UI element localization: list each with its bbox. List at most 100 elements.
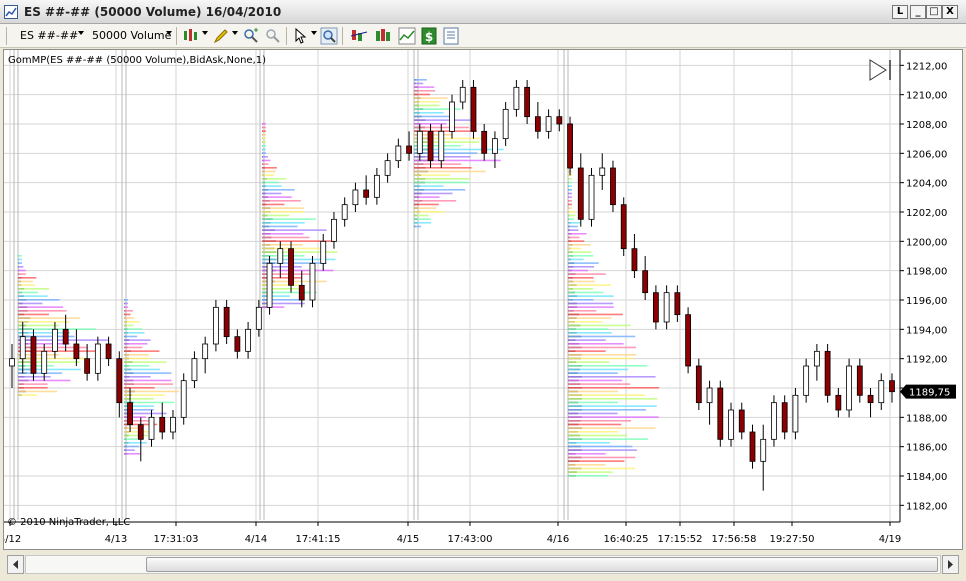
magnifier-icon[interactable] — [320, 27, 338, 45]
candlestick — [513, 80, 520, 117]
profile-bar — [262, 269, 334, 272]
candle-body — [202, 343, 209, 360]
candlestick — [856, 358, 863, 403]
profile-bar — [262, 178, 287, 180]
chart-window-icon — [4, 5, 18, 19]
minimize-button[interactable]: _ — [910, 5, 926, 19]
profile-bar — [414, 148, 504, 151]
profile-bar — [568, 324, 631, 327]
profile-bar — [18, 394, 37, 396]
candle-body — [148, 416, 155, 440]
profile-bar — [262, 211, 305, 213]
candlestick — [846, 358, 852, 418]
candle-body — [309, 262, 316, 301]
candlestick — [835, 388, 842, 418]
candlestick — [685, 307, 691, 374]
profile-bar — [568, 251, 592, 253]
profile-bar — [18, 310, 67, 312]
profile-bar — [124, 445, 140, 448]
draw-dropdown-icon[interactable] — [232, 31, 238, 35]
profile-bar — [18, 288, 50, 290]
profile-bar — [568, 244, 591, 246]
cursor-icon[interactable] — [292, 27, 310, 45]
period-dropdown-icon[interactable] — [166, 31, 172, 35]
profile-bar — [568, 409, 646, 411]
candle-body — [470, 86, 477, 132]
period-selector[interactable]: 50000 Volume — [92, 27, 171, 44]
candle-body — [610, 167, 616, 206]
profile-bar — [18, 313, 49, 316]
instrument-dropdown-icon[interactable] — [78, 31, 84, 35]
profile-bar — [568, 398, 658, 400]
profile-bar — [262, 192, 282, 195]
profile-bar — [262, 156, 268, 158]
indicators-icon[interactable] — [350, 27, 368, 45]
profile-bar — [18, 317, 80, 319]
candlestick — [577, 153, 584, 227]
time-tick-label: 17:41:15 — [296, 534, 341, 545]
pencil-draw-icon[interactable] — [212, 27, 230, 45]
dollar-icon[interactable]: $ — [420, 27, 438, 45]
profile-bar — [18, 291, 38, 294]
instrument-selector[interactable]: ES ##-## — [20, 27, 78, 44]
profile-bar — [124, 383, 174, 385]
maximize-button[interactable]: □ — [926, 5, 942, 19]
profile-bar — [18, 302, 43, 305]
price-chart[interactable]: 1212,00 1210,00 1208,00 1206,00 1204,00 1202,… — [4, 50, 962, 549]
properties-icon[interactable] — [442, 27, 460, 45]
strategies-icon[interactable] — [374, 27, 392, 45]
chart-style-icon[interactable] — [398, 27, 416, 45]
profile-bar — [568, 211, 576, 213]
candle-body — [73, 343, 80, 360]
profile-bar — [568, 387, 660, 389]
candle-body — [813, 350, 820, 367]
time-tick-label: 16:40:25 — [604, 534, 649, 545]
profile-bar — [568, 343, 624, 345]
profile-bar — [18, 280, 33, 283]
profile-bar — [568, 383, 631, 385]
profile-bar — [18, 273, 26, 275]
price-tick-label: 1194,00 — [906, 325, 947, 336]
candle-body — [846, 365, 852, 411]
scroll-thumb[interactable] — [146, 557, 938, 572]
profile-bar — [568, 390, 619, 393]
candlestick — [631, 234, 638, 278]
profile-bar — [414, 79, 427, 81]
candle-body — [803, 365, 810, 396]
candlestick — [824, 344, 831, 403]
profile-bar — [568, 321, 603, 323]
profile-bar — [124, 310, 133, 312]
profile-bar — [18, 332, 70, 334]
cursor-dropdown-icon[interactable] — [311, 31, 317, 35]
close-button[interactable]: X — [942, 5, 958, 19]
profile-bar — [18, 295, 48, 297]
profile-bar — [414, 167, 472, 169]
bar-type-icon[interactable] — [182, 27, 200, 45]
profile-bar — [124, 434, 148, 437]
profile-bar — [124, 299, 128, 301]
zoom-out-icon[interactable] — [264, 27, 282, 45]
profile-bar — [124, 343, 148, 345]
candle-body — [653, 292, 659, 323]
candle-body — [545, 116, 552, 132]
profile-bar — [414, 159, 501, 162]
scroll-right-button[interactable] — [942, 555, 959, 574]
candlestick — [674, 285, 681, 322]
zoom-in-icon[interactable] — [242, 27, 260, 45]
profile-bar — [568, 456, 636, 459]
candlestick — [588, 168, 595, 227]
profile-bar — [568, 229, 579, 231]
candle-body — [728, 409, 734, 440]
scroll-left-button[interactable] — [7, 555, 24, 574]
profile-bar — [262, 244, 303, 246]
horizontal-scrollbar[interactable] — [3, 551, 963, 577]
chart-panel[interactable]: 1212,00 1210,00 1208,00 1206,00 1204,00 1202,… — [3, 49, 963, 550]
link-button[interactable]: L — [892, 5, 908, 19]
bar-type-dropdown-icon[interactable] — [202, 31, 208, 35]
candlestick — [524, 80, 531, 124]
scroll-to-end-icon[interactable] — [869, 59, 891, 81]
candle-body — [663, 292, 670, 323]
candle-body — [41, 350, 48, 374]
scroll-track[interactable] — [25, 555, 941, 574]
title-bar: ES ##-## (50000 Volume) 16/04/2010 L _ □… — [0, 0, 966, 24]
